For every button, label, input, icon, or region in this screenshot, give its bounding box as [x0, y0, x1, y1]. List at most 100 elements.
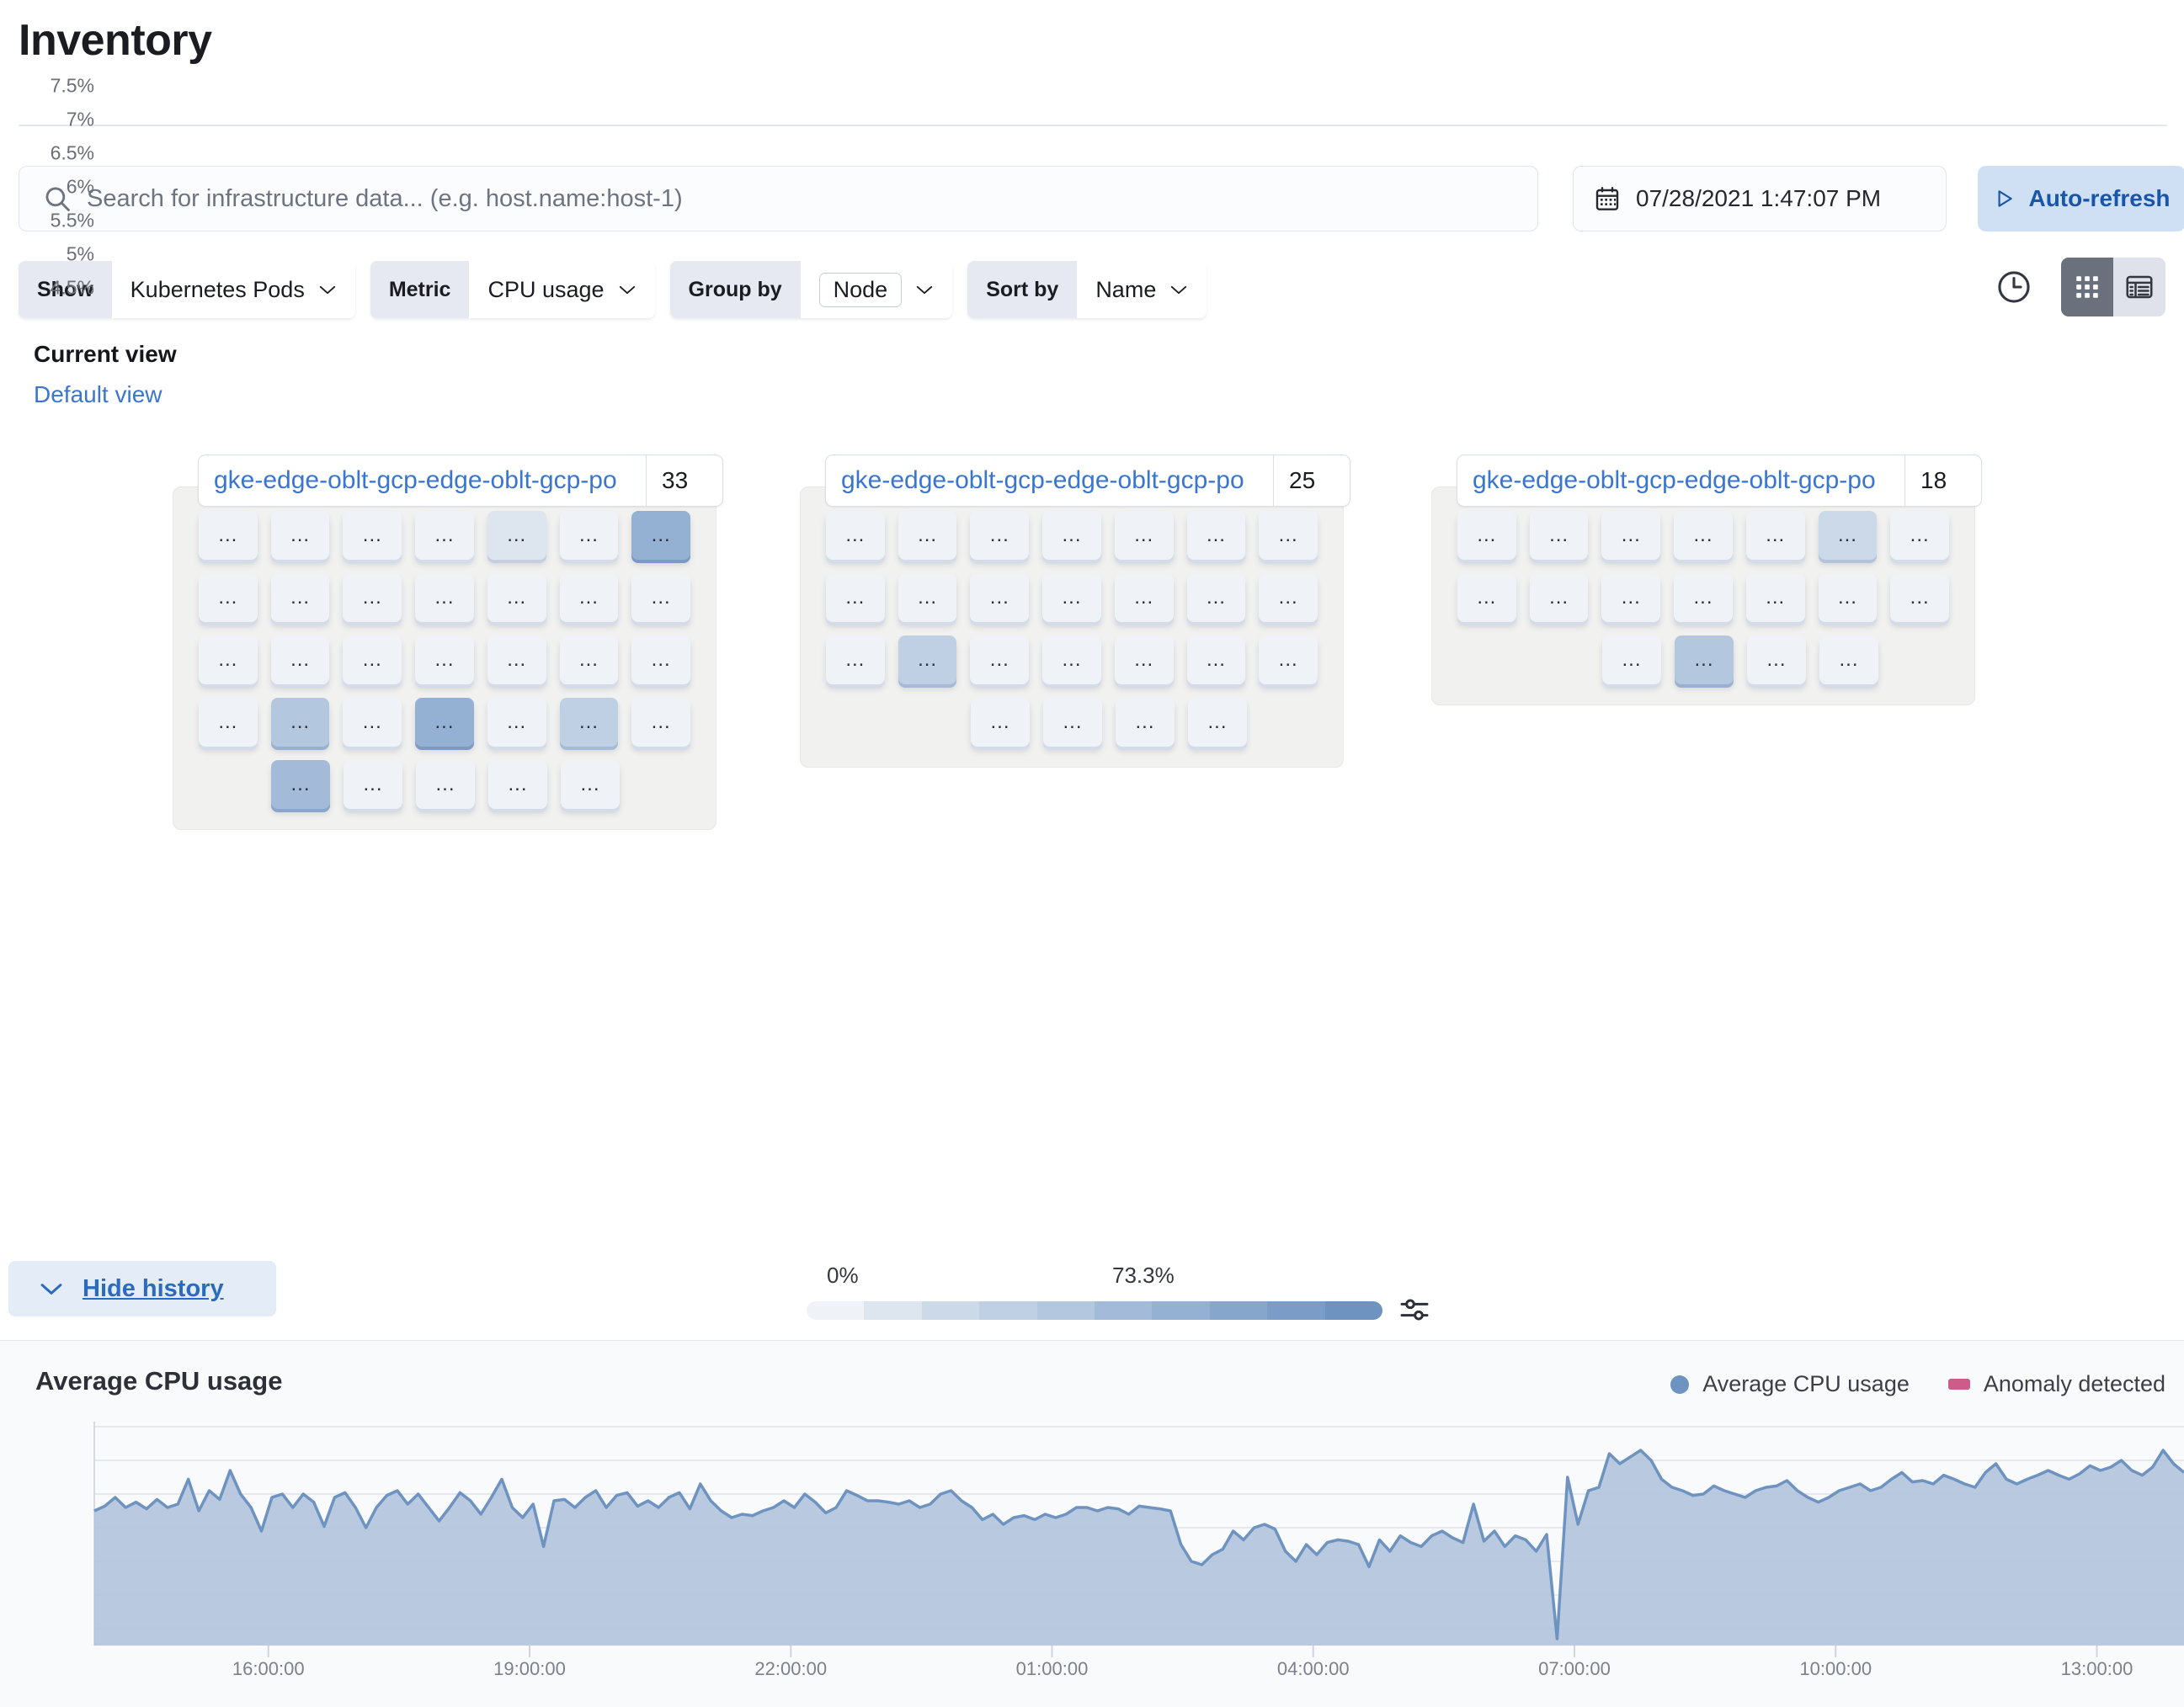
node-cell[interactable]: ... [271, 760, 330, 809]
node-cell[interactable]: ... [1819, 635, 1878, 684]
clock-icon[interactable] [1995, 269, 2032, 306]
node-cell[interactable]: ... [1818, 511, 1878, 560]
node-cell[interactable]: ... [1747, 635, 1806, 684]
node-cell[interactable]: ... [1890, 573, 1950, 622]
node-cell[interactable]: ... [898, 635, 957, 684]
node-cell[interactable]: ... [826, 573, 885, 622]
table-view-button[interactable] [2113, 258, 2165, 316]
node-cell[interactable]: ... [415, 635, 474, 684]
chart-plot-area[interactable] [0, 1410, 2184, 1662]
node-cell[interactable]: ... [1674, 511, 1733, 560]
node-cell[interactable]: ... [1745, 573, 1805, 622]
node-cell[interactable]: ... [1675, 635, 1734, 684]
node-cell[interactable]: ... [1745, 511, 1805, 560]
node-cell[interactable]: ... [1186, 635, 1246, 684]
date-picker[interactable]: 07/28/2021 1:47:07 PM [1573, 166, 1947, 231]
node-cell[interactable]: ... [1259, 573, 1318, 622]
auto-refresh-button[interactable]: Auto-refresh [1978, 166, 2184, 231]
filter-group-group-by: Group by Node [669, 261, 953, 318]
node-cell[interactable]: ... [270, 635, 330, 684]
hide-history-button[interactable]: Hide history [8, 1261, 276, 1316]
node-cell[interactable]: ... [199, 635, 258, 684]
filter-select-show[interactable]: Kubernetes Pods [111, 261, 355, 318]
node-cell[interactable]: ... [343, 573, 402, 622]
node-cell[interactable]: ... [898, 573, 957, 622]
node-cell[interactable]: ... [559, 635, 619, 684]
node-cell[interactable]: ... [826, 511, 885, 560]
node-cell[interactable]: ... [270, 573, 330, 622]
filter-group-sort-by: Sort by Name [967, 261, 1207, 318]
node-cell[interactable]: ... [970, 573, 1030, 622]
node-cell[interactable]: ... [970, 635, 1030, 684]
node-cell[interactable]: ... [487, 698, 546, 747]
node-cell[interactable]: ... [488, 760, 547, 809]
node-cell[interactable]: ... [1116, 698, 1175, 747]
node-cell[interactable]: ... [826, 635, 885, 684]
node-cell[interactable]: ... [199, 573, 258, 622]
filter-select-group-by[interactable]: Node [800, 261, 953, 318]
node-cell[interactable]: ... [1114, 511, 1174, 560]
chart-legend-item[interactable]: Average CPU usage [1670, 1371, 1910, 1397]
node-cell[interactable]: ... [1186, 511, 1246, 560]
node-group-name[interactable]: gke-edge-oblt-gcp-edge-oblt-gcp-po [1457, 455, 1905, 506]
search-input[interactable]: Search for infrastructure data... (e.g. … [19, 166, 1538, 231]
node-cell[interactable]: ... [631, 635, 691, 684]
node-cell[interactable]: ... [1457, 511, 1516, 560]
node-cell[interactable]: ... [343, 511, 402, 560]
node-cell[interactable]: ... [898, 511, 957, 560]
node-cell[interactable]: ... [1042, 511, 1101, 560]
node-cell[interactable]: ... [1042, 573, 1101, 622]
map-view-button[interactable] [2061, 258, 2113, 316]
node-cell[interactable]: ... [270, 511, 330, 560]
node-cell[interactable]: ... [344, 760, 402, 809]
node-cell[interactable]: ... [487, 635, 546, 684]
node-cell[interactable]: ... [199, 698, 258, 747]
node-cell[interactable]: ... [416, 760, 475, 809]
legend-labels: 0% 73.3% [807, 1263, 1430, 1296]
filter-select-metric[interactable]: CPU usage [469, 261, 655, 318]
node-cell[interactable]: ... [1043, 698, 1102, 747]
node-cell[interactable]: ... [415, 573, 474, 622]
node-cell[interactable]: ... [631, 573, 691, 622]
node-cell[interactable]: ... [487, 511, 546, 560]
node-cell[interactable]: ... [1601, 511, 1661, 560]
node-cell[interactable]: ... [1601, 573, 1661, 622]
node-cell[interactable]: ... [1259, 511, 1318, 560]
node-cell[interactable]: ... [1529, 511, 1589, 560]
node-cell[interactable]: ... [1818, 573, 1878, 622]
node-group-name[interactable]: gke-edge-oblt-gcp-edge-oblt-gcp-po [826, 455, 1274, 506]
node-cell[interactable]: ... [1186, 573, 1246, 622]
node-cell[interactable]: ... [1042, 635, 1101, 684]
node-cell[interactable]: ... [343, 635, 402, 684]
node-cell[interactable]: ... [487, 573, 546, 622]
node-group-name[interactable]: gke-edge-oblt-gcp-edge-oblt-gcp-po [199, 455, 647, 506]
node-cell[interactable]: ... [1188, 698, 1247, 747]
node-cell[interactable]: ... [559, 511, 619, 560]
chart-legend-item[interactable]: Anomaly detected [1947, 1371, 2165, 1397]
node-cell[interactable]: ... [1114, 573, 1174, 622]
sliders-icon[interactable] [1398, 1293, 1431, 1327]
node-cell[interactable]: ... [270, 698, 330, 747]
node-cell[interactable]: ... [631, 511, 691, 560]
node-cell[interactable]: ... [415, 511, 474, 560]
legend-step-8 [1267, 1301, 1325, 1320]
node-cell[interactable]: ... [199, 511, 258, 560]
node-cell[interactable]: ... [1674, 573, 1733, 622]
node-cell[interactable]: ... [1259, 635, 1318, 684]
node-cell[interactable]: ... [1890, 511, 1950, 560]
filter-select-sort-by[interactable]: Name [1077, 261, 1207, 318]
node-cell[interactable]: ... [971, 698, 1030, 747]
node-cell[interactable]: ... [1114, 635, 1174, 684]
filter-value-sort-by: Name [1095, 276, 1157, 302]
node-cell[interactable]: ... [631, 698, 691, 747]
node-cell[interactable]: ... [559, 698, 619, 747]
node-cell[interactable]: ... [1602, 635, 1661, 684]
node-cell[interactable]: ... [415, 698, 474, 747]
node-cell[interactable]: ... [561, 760, 620, 809]
node-cell[interactable]: ... [970, 511, 1030, 560]
node-cell[interactable]: ... [343, 698, 402, 747]
default-view-link[interactable]: Default view [34, 381, 177, 408]
node-cell[interactable]: ... [559, 573, 619, 622]
node-cell[interactable]: ... [1529, 573, 1589, 622]
node-cell[interactable]: ... [1457, 573, 1516, 622]
